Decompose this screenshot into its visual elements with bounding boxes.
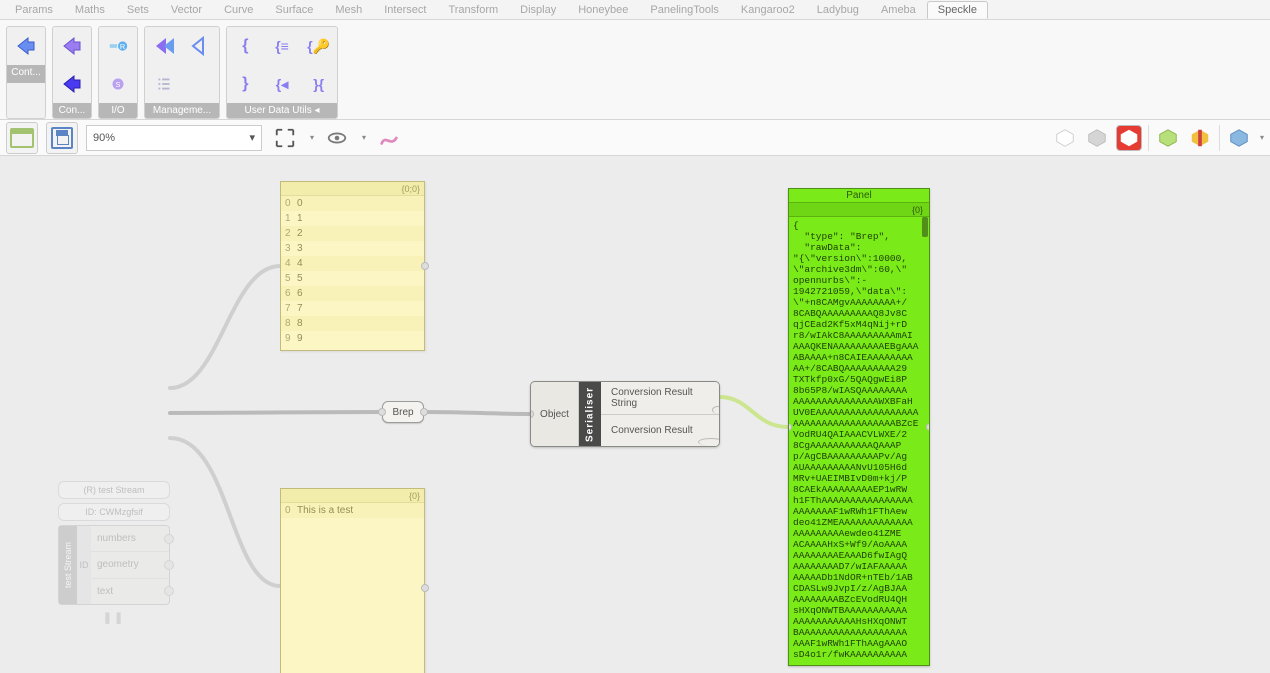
panel-output-grip[interactable] (926, 423, 930, 431)
menu-item-maths[interactable]: Maths (64, 1, 116, 19)
menu-item-ladybug[interactable]: Ladybug (806, 1, 870, 19)
zoom-select[interactable]: 90% ▾ (86, 125, 262, 151)
ribbon-group-label: I/O (99, 103, 137, 118)
brace-open-icon[interactable]: { (228, 28, 263, 64)
menu-item-mesh[interactable]: Mesh (324, 1, 373, 19)
brace-close-icon[interactable]: } (228, 66, 263, 102)
stream-out-geometry[interactable]: geometry (91, 552, 169, 578)
shade-red-icon[interactable] (1116, 125, 1142, 151)
ribbon-group-management: Manageme... (144, 26, 220, 119)
panel-text[interactable]: {0} 0This is a test (280, 488, 425, 673)
ribbon-group-label: Cont... (7, 65, 45, 83)
pause-icon[interactable]: ❚❚ (58, 609, 170, 625)
ribbon-group-label: Manageme... (145, 103, 219, 118)
ribbon-bar: Cont... Con... R S I/O (0, 20, 1270, 120)
serialiser-title: Serialiser (579, 382, 601, 446)
panel-scrollbar[interactable] (922, 217, 928, 237)
menu-item-curve[interactable]: Curve (213, 1, 264, 19)
menu-item-transform[interactable]: Transform (437, 1, 509, 19)
speckle-outline-icon[interactable] (183, 28, 218, 64)
panel-numbers[interactable]: {0;0} 00 11 22 33 44 55 66 77 88 99 (280, 181, 425, 351)
panel-header: {0} (281, 489, 424, 503)
dropdown-icon[interactable]: ▾ (362, 133, 366, 142)
menu-item-speckle[interactable]: Speckle (927, 1, 988, 19)
menu-item-intersect[interactable]: Intersect (373, 1, 437, 19)
menu-item-params[interactable]: Params (4, 1, 64, 19)
panel-output-grip[interactable] (421, 584, 429, 592)
menu-item-honeybee[interactable]: Honeybee (567, 1, 639, 19)
ribbon-group-label: User Data Utils ◂ (227, 103, 337, 118)
speckle-receive-icon[interactable] (8, 28, 44, 64)
stream-title-tab: test Stream (59, 526, 77, 604)
serialiser-out-string[interactable]: Conversion Result String (601, 382, 719, 415)
dropdown-icon[interactable]: ▾ (1260, 133, 1264, 142)
menu-item-ameba[interactable]: Ameba (870, 1, 927, 19)
sketch-button[interactable] (374, 123, 404, 153)
brep-input-grip[interactable] (378, 408, 386, 416)
svg-text:R: R (120, 42, 125, 51)
chevron-down-icon: ▾ (249, 131, 255, 144)
ribbon-group-converters: Con... (52, 26, 92, 119)
brep-component[interactable]: Brep (382, 401, 424, 423)
save-button[interactable] (46, 122, 78, 154)
stream-name-pill: (R) test Stream (58, 481, 170, 499)
serialiser-out-result[interactable]: Conversion Result (601, 415, 719, 447)
ribbon-group-userdata: { {≡ {🔑 } {◂ }{ User Data Utils ◂ (226, 26, 338, 119)
sender-s-icon[interactable]: S (100, 66, 136, 102)
brace-list-icon[interactable]: {≡ (265, 28, 300, 64)
shade-green-icon[interactable] (1155, 125, 1181, 151)
stream-id-col: ID (77, 526, 91, 604)
serialiser-component[interactable]: Object Serialiser Conversion Result Stri… (530, 381, 720, 447)
menu-item-vector[interactable]: Vector (160, 1, 213, 19)
panel-json-output[interactable]: Panel {0} { "type": "Brep", "rawData": "… (788, 188, 930, 666)
shade-blue-icon[interactable] (1226, 125, 1252, 151)
speckle-link-icon[interactable] (146, 28, 181, 64)
brace-key-icon[interactable]: {🔑 (301, 28, 336, 64)
zoom-value: 90% (93, 132, 115, 144)
shade-grey-icon[interactable] (1084, 125, 1110, 151)
display-mode-toolbar: ▾ (1052, 125, 1264, 151)
list-icon[interactable] (146, 66, 182, 102)
dropdown-icon[interactable]: ▾ (310, 133, 314, 142)
svg-text:S: S (116, 80, 121, 89)
canvas[interactable]: (R) test Stream ID: CWMzgfsif test Strea… (0, 156, 1270, 673)
menu-bar: Params Maths Sets Vector Curve Surface M… (0, 0, 1270, 20)
stream-id-pill: ID: CWMzgfsif (58, 503, 170, 521)
menu-item-surface[interactable]: Surface (264, 1, 324, 19)
preview-toggle-button[interactable] (322, 123, 352, 153)
shade-wire-icon[interactable] (1052, 125, 1078, 151)
panel-subheader: {0} (789, 203, 929, 217)
menu-item-sets[interactable]: Sets (116, 1, 160, 19)
ribbon-group-context: Cont... (6, 26, 46, 119)
canvas-toolbar: 90% ▾ ▾ ▾ ▾ (0, 120, 1270, 156)
brep-label: Brep (392, 407, 413, 418)
stream-out-text[interactable]: text (91, 579, 169, 604)
speckle-stream-component[interactable]: (R) test Stream ID: CWMzgfsif test Strea… (58, 481, 170, 625)
menu-item-panelingtools[interactable]: PanelingTools (639, 1, 730, 19)
panel-title: Panel (789, 189, 929, 203)
open-button[interactable] (6, 122, 38, 154)
menu-item-kangaroo2[interactable]: Kangaroo2 (730, 1, 806, 19)
speckle-stream-icon[interactable] (54, 28, 90, 64)
panel-body: { "type": "Brep", "rawData": "{\"version… (789, 217, 929, 663)
zoom-extents-button[interactable] (270, 123, 300, 153)
ribbon-group-label: Con... (53, 103, 91, 118)
receiver-r-icon[interactable]: R (100, 28, 136, 64)
panel-output-grip[interactable] (421, 262, 429, 270)
brace-split-icon[interactable]: }{ (301, 66, 336, 102)
brace-arrow-icon[interactable]: {◂ (265, 66, 300, 102)
brep-output-grip[interactable] (420, 408, 428, 416)
speckle-stream-dark-icon[interactable] (54, 66, 90, 102)
shade-split-icon[interactable] (1187, 125, 1213, 151)
panel-header: {0;0} (281, 182, 424, 196)
ribbon-group-io: R S I/O (98, 26, 138, 119)
menu-item-display[interactable]: Display (509, 1, 567, 19)
stream-out-numbers[interactable]: numbers (91, 526, 169, 552)
serialiser-input-object[interactable]: Object (531, 382, 579, 446)
